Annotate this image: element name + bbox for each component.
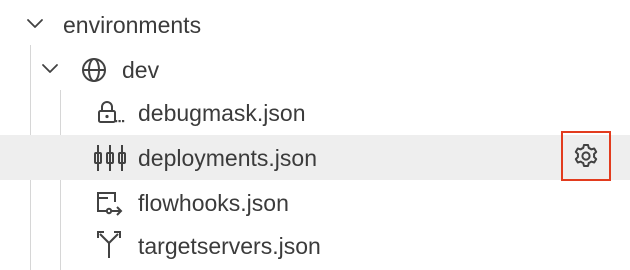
tree-item-environments[interactable]: environments [0, 2, 630, 47]
tree-item-dev[interactable]: dev [0, 47, 630, 92]
file-item-targetservers[interactable]: targetservers.json [0, 223, 630, 268]
file-item-debugmask[interactable]: debugmask.json [0, 90, 630, 135]
file-item-deployments[interactable]: deployments.json [0, 135, 630, 180]
file-tree: environments dev debugmask.json deployme… [0, 0, 630, 270]
settings-action-button[interactable] [561, 131, 611, 181]
globe-icon [80, 56, 108, 84]
file-item-label: debugmask.json [138, 100, 306, 126]
tree-item-label: dev [122, 57, 160, 83]
flowhooks-icon [95, 188, 125, 218]
deployments-icon [94, 143, 126, 173]
tree-item-label: environments [63, 12, 202, 38]
gear-icon[interactable] [572, 142, 600, 170]
target-servers-icon [95, 230, 123, 260]
debug-mask-icon [95, 98, 125, 128]
chevron-down-icon[interactable] [40, 59, 60, 79]
file-item-label: targetservers.json [138, 233, 321, 259]
file-item-label: deployments.json [138, 145, 317, 171]
file-item-flowhooks[interactable]: flowhooks.json [0, 180, 630, 225]
chevron-down-icon[interactable] [25, 14, 45, 34]
file-item-label: flowhooks.json [138, 190, 289, 216]
